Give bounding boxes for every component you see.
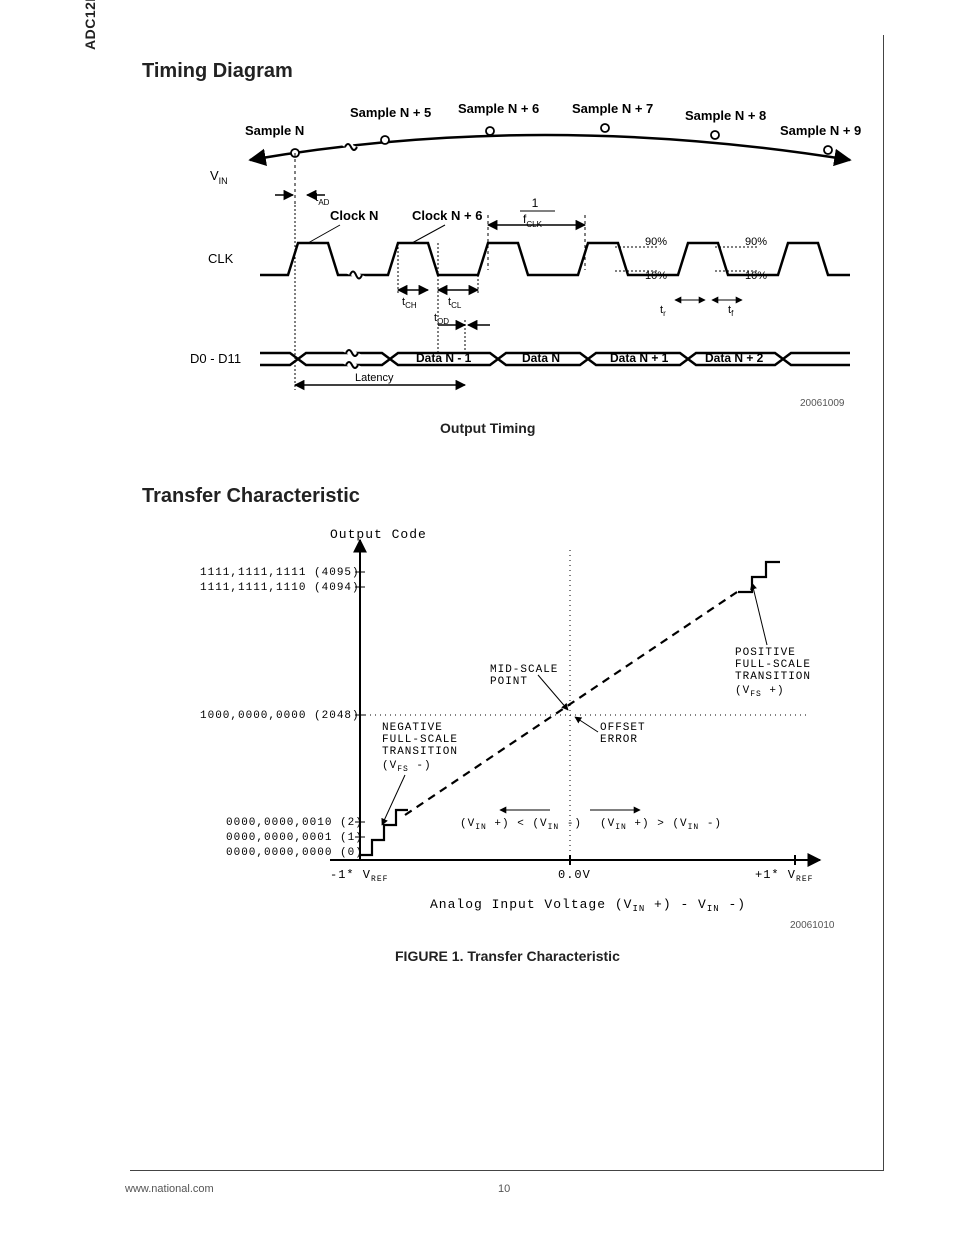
sample-n6: Sample N + 6 [458, 101, 539, 116]
datasheet-page: ADC12L080 Timing Diagram Transfer Charac… [0, 0, 954, 1235]
offset-error: OFFSETERROR [600, 722, 646, 746]
page-border-bottom [130, 1170, 884, 1171]
clock-n6: Clock N + 6 [412, 208, 482, 223]
clk-label: CLK [208, 251, 234, 266]
caption-figure1: FIGURE 1. Transfer Characteristic [395, 948, 620, 964]
yt3: 0000,0000,0010 (2) [226, 817, 363, 829]
sample-n5: Sample N + 5 [350, 105, 431, 120]
vin-label: VIN [210, 168, 228, 186]
pct90-1: 90% [645, 236, 667, 248]
x-center: 0.0V [558, 868, 591, 882]
part-number-vertical: ADC12L080 [82, 0, 98, 50]
timing-diagram: Sample N Sample N + 5 Sample N + 6 Sampl… [190, 95, 870, 395]
t-cl: tCL [448, 296, 462, 310]
yt1: 1111,1111,1110 (4094) [200, 582, 360, 594]
sample-n7: Sample N + 7 [572, 101, 653, 116]
t-r: tr [660, 304, 666, 318]
pos-fs: POSITIVE FULL-SCALE TRANSITION (VFS +) [735, 647, 819, 699]
data-n-1: Data N - 1 [416, 351, 472, 365]
data-n2: Data N + 2 [705, 351, 764, 365]
ylabel: Output Code [330, 527, 427, 542]
d0-d11-label: D0 - D11 [190, 351, 241, 366]
sample-n: Sample N [245, 123, 304, 138]
pct10-2: 10% [745, 270, 767, 282]
sample-n8: Sample N + 8 [685, 108, 766, 123]
latency: Latency [355, 372, 394, 384]
period-num: 1 [532, 196, 539, 210]
data-n1: Data N + 1 [610, 351, 669, 365]
sample-n9: Sample N + 9 [780, 123, 861, 138]
yt5: 0000,0000,0000 (0) [226, 847, 363, 859]
figure-id-transfer: 20061010 [790, 920, 835, 931]
t-ch: tCH [402, 296, 417, 310]
pct10-1: 10% [645, 270, 667, 282]
cond-left: (VIN +) < (VIN -) [460, 818, 582, 832]
transfer-characteristic-chart: Output Code 1111,1111,1111 (4095) 1111,1… [200, 520, 860, 920]
yt4: 0000,0000,0001 (1) [226, 832, 363, 844]
footer-page: 10 [498, 1183, 510, 1195]
period-denom: fCLK [523, 212, 543, 229]
data-n: Data N [522, 351, 560, 365]
pct90-2: 90% [745, 236, 767, 248]
t-ad: tAD [315, 190, 330, 207]
xlabel: Analog Input Voltage (VIN +) - VIN -) [430, 897, 746, 914]
x-right: +1* VREF [755, 868, 813, 884]
mid-scale: MID-SCALEPOINT [490, 664, 558, 688]
caption-output-timing: Output Timing [440, 420, 535, 436]
heading-transfer: Transfer Characteristic [142, 485, 360, 508]
yt2: 1000,0000,0000 (2048) [200, 710, 360, 722]
footer-url: www.national.com [125, 1183, 214, 1195]
cond-right: (VIN +) > (VIN -) [600, 818, 722, 832]
clock-n: Clock N [330, 208, 378, 223]
page-border-right [883, 35, 884, 1170]
figure-id-timing: 20061009 [800, 398, 845, 409]
yt0: 1111,1111,1111 (4095) [200, 567, 360, 579]
x-left: -1* VREF [330, 868, 388, 884]
t-od: tOD [434, 312, 449, 326]
t-f: tf [728, 304, 734, 318]
heading-timing: Timing Diagram [142, 60, 293, 83]
neg-fs: NEGATIVE FULL-SCALE TRANSITION (VFS -) [382, 722, 466, 774]
